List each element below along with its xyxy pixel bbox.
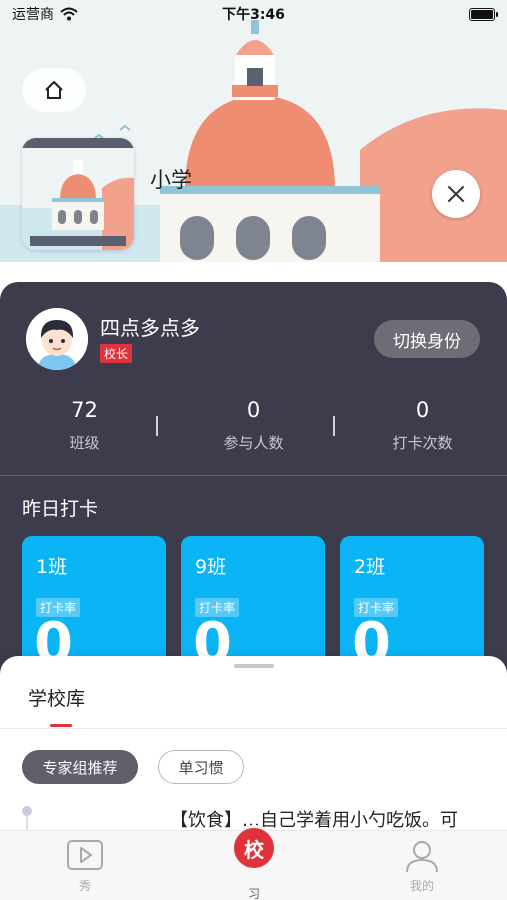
stat-classes[interactable]: 72 班级 [0, 398, 169, 453]
stat-label: 班级 [69, 434, 100, 452]
stat-value: 0 [415, 398, 430, 422]
stat-checkins[interactable]: 0 打卡次数 [338, 398, 507, 453]
status-bar: 运营商 下午3:46 [0, 0, 507, 28]
class-name: 2班 [354, 556, 386, 578]
home-button[interactable] [22, 68, 86, 112]
tab-school-button[interactable]: 校 [231, 825, 277, 871]
tab-school-library[interactable]: 学校库 [28, 684, 85, 711]
user-name: 四点多点多 [100, 316, 200, 340]
stat-participants[interactable]: 0 参与人数 [169, 398, 338, 453]
school-logo [22, 138, 134, 250]
chip-single-habit[interactable]: 单习惯 [158, 750, 244, 784]
close-icon [448, 186, 464, 202]
home-icon [45, 81, 63, 99]
stat-divider [333, 416, 335, 436]
play-icon [67, 840, 103, 870]
tab-label: 我的 [409, 879, 434, 893]
wifi-icon [60, 7, 78, 21]
yesterday-checkin-title: 昨日打卡 [22, 498, 99, 520]
stat-value: 72 [71, 398, 98, 422]
close-button[interactable] [432, 170, 480, 218]
divider [0, 728, 507, 729]
article-title[interactable]: 【饮食】…自己学着用小勺吃饭。可 [170, 806, 486, 832]
tab-label: 习 [247, 887, 260, 900]
tab-mine[interactable]: 我的 [382, 839, 462, 894]
tab-label: 秀 [78, 879, 91, 893]
carrier-label: 运营商 [12, 7, 54, 23]
sheet-grabber[interactable] [234, 664, 274, 668]
class-name: 1班 [36, 556, 68, 578]
tab-bar: 秀 校 习 我的 [0, 825, 507, 900]
tab-show[interactable]: 秀 [45, 839, 125, 894]
stat-label: 打卡次数 [392, 434, 453, 452]
user-icon [406, 841, 438, 873]
avatar[interactable] [26, 308, 88, 370]
school-stats-card: 四点多点多 校长 切换身份 72 班级 0 参与人数 0 打卡次数 昨日打卡 1… [0, 282, 507, 702]
stats-row: 72 班级 0 参与人数 0 打卡次数 [0, 398, 507, 453]
stat-divider [156, 416, 158, 436]
battery-icon [469, 7, 498, 21]
stat-value: 0 [246, 398, 261, 422]
role-badge: 校长 [100, 344, 133, 363]
class-name: 9班 [195, 556, 227, 578]
switch-identity-button[interactable]: 切换身份 [374, 320, 480, 358]
school-name: 小学 [150, 168, 192, 192]
timeline-dot [22, 806, 32, 816]
stat-label: 参与人数 [223, 434, 284, 452]
chip-expert-recommend[interactable]: 专家组推荐 [22, 750, 138, 784]
divider [0, 475, 507, 476]
tab-indicator [50, 724, 72, 727]
